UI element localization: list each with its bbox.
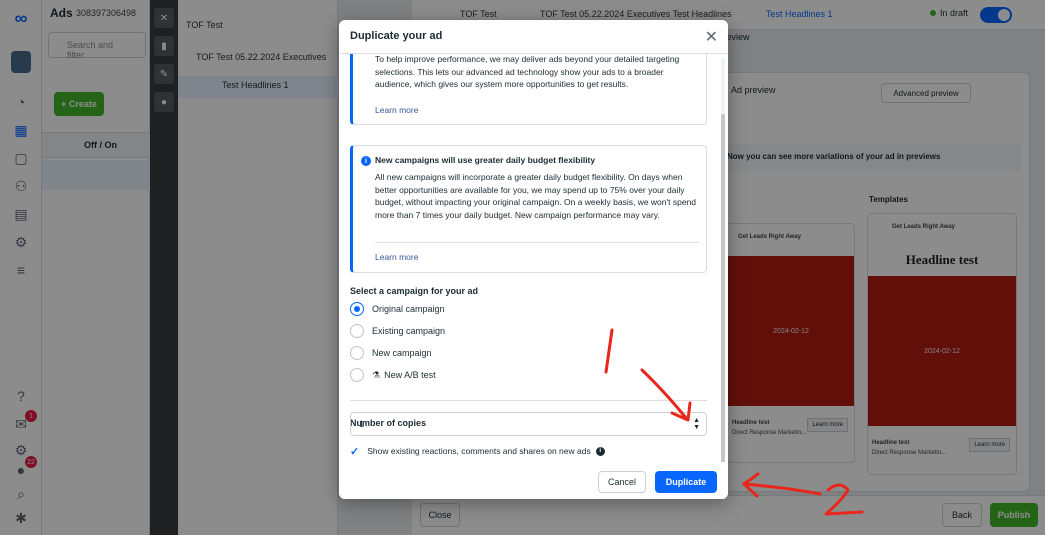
close-icon[interactable]: ✕ xyxy=(705,27,718,47)
radio-label: New campaign xyxy=(372,348,432,358)
radio-label: Existing campaign xyxy=(372,326,446,336)
targeting-notice: To help improve performance, we may deli… xyxy=(350,54,707,125)
checkmark-icon[interactable]: ✓ xyxy=(350,445,359,458)
show-reactions-checkbox[interactable]: ✓ Show existing reactions, comments and … xyxy=(350,444,605,458)
radio-new-campaign[interactable]: New campaign xyxy=(350,345,432,361)
radio-existing-campaign[interactable]: Existing campaign xyxy=(350,323,445,339)
info-icon[interactable]: i xyxy=(595,446,605,456)
radio-button[interactable] xyxy=(350,368,364,382)
campaign-section-label: Select a campaign for your ad xyxy=(350,286,479,296)
budget-notice: i New campaigns will use greater daily b… xyxy=(350,145,707,273)
copies-stepper[interactable]: 1 ▲ ▼ xyxy=(350,412,707,436)
flask-icon: ⚗ xyxy=(372,369,381,380)
radio-label: New A/B test xyxy=(384,370,436,380)
section-divider xyxy=(350,400,707,401)
stepper-arrows-icon[interactable]: ▲ ▼ xyxy=(693,417,700,431)
radio-new-ab-test[interactable]: ⚗ New A/B test xyxy=(350,367,436,383)
radio-button[interactable] xyxy=(350,346,364,360)
notice-text: To help improve performance, we may deli… xyxy=(375,54,680,89)
info-icon: i xyxy=(361,156,371,166)
dialog-header: Duplicate your ad ✕ xyxy=(339,20,728,54)
scrollbar-thumb[interactable] xyxy=(721,114,725,486)
copies-value: 1 xyxy=(359,419,365,429)
duplicate-ad-dialog: Duplicate your ad ✕ To help improve perf… xyxy=(339,20,728,499)
duplicate-button[interactable]: Duplicate xyxy=(655,471,717,493)
radio-button[interactable] xyxy=(350,324,364,338)
notice-text: All new campaigns will incorporate a gre… xyxy=(375,172,697,220)
notice-title: New campaigns will use greater daily bud… xyxy=(375,155,596,165)
radio-button[interactable] xyxy=(350,302,364,316)
radio-original-campaign[interactable]: Original campaign xyxy=(350,301,445,317)
learn-more-link[interactable]: Learn more xyxy=(375,105,418,115)
cancel-button[interactable]: Cancel xyxy=(598,471,646,493)
dialog-body: To help improve performance, we may deli… xyxy=(339,54,728,462)
learn-more-link[interactable]: Learn more xyxy=(375,252,418,262)
checkbox-label: Show existing reactions, comments and sh… xyxy=(367,446,591,456)
dialog-footer: Cancel Duplicate xyxy=(339,462,728,499)
radio-label: Original campaign xyxy=(372,304,445,314)
dialog-title: Duplicate your ad xyxy=(350,30,443,42)
notice-divider xyxy=(375,242,699,243)
